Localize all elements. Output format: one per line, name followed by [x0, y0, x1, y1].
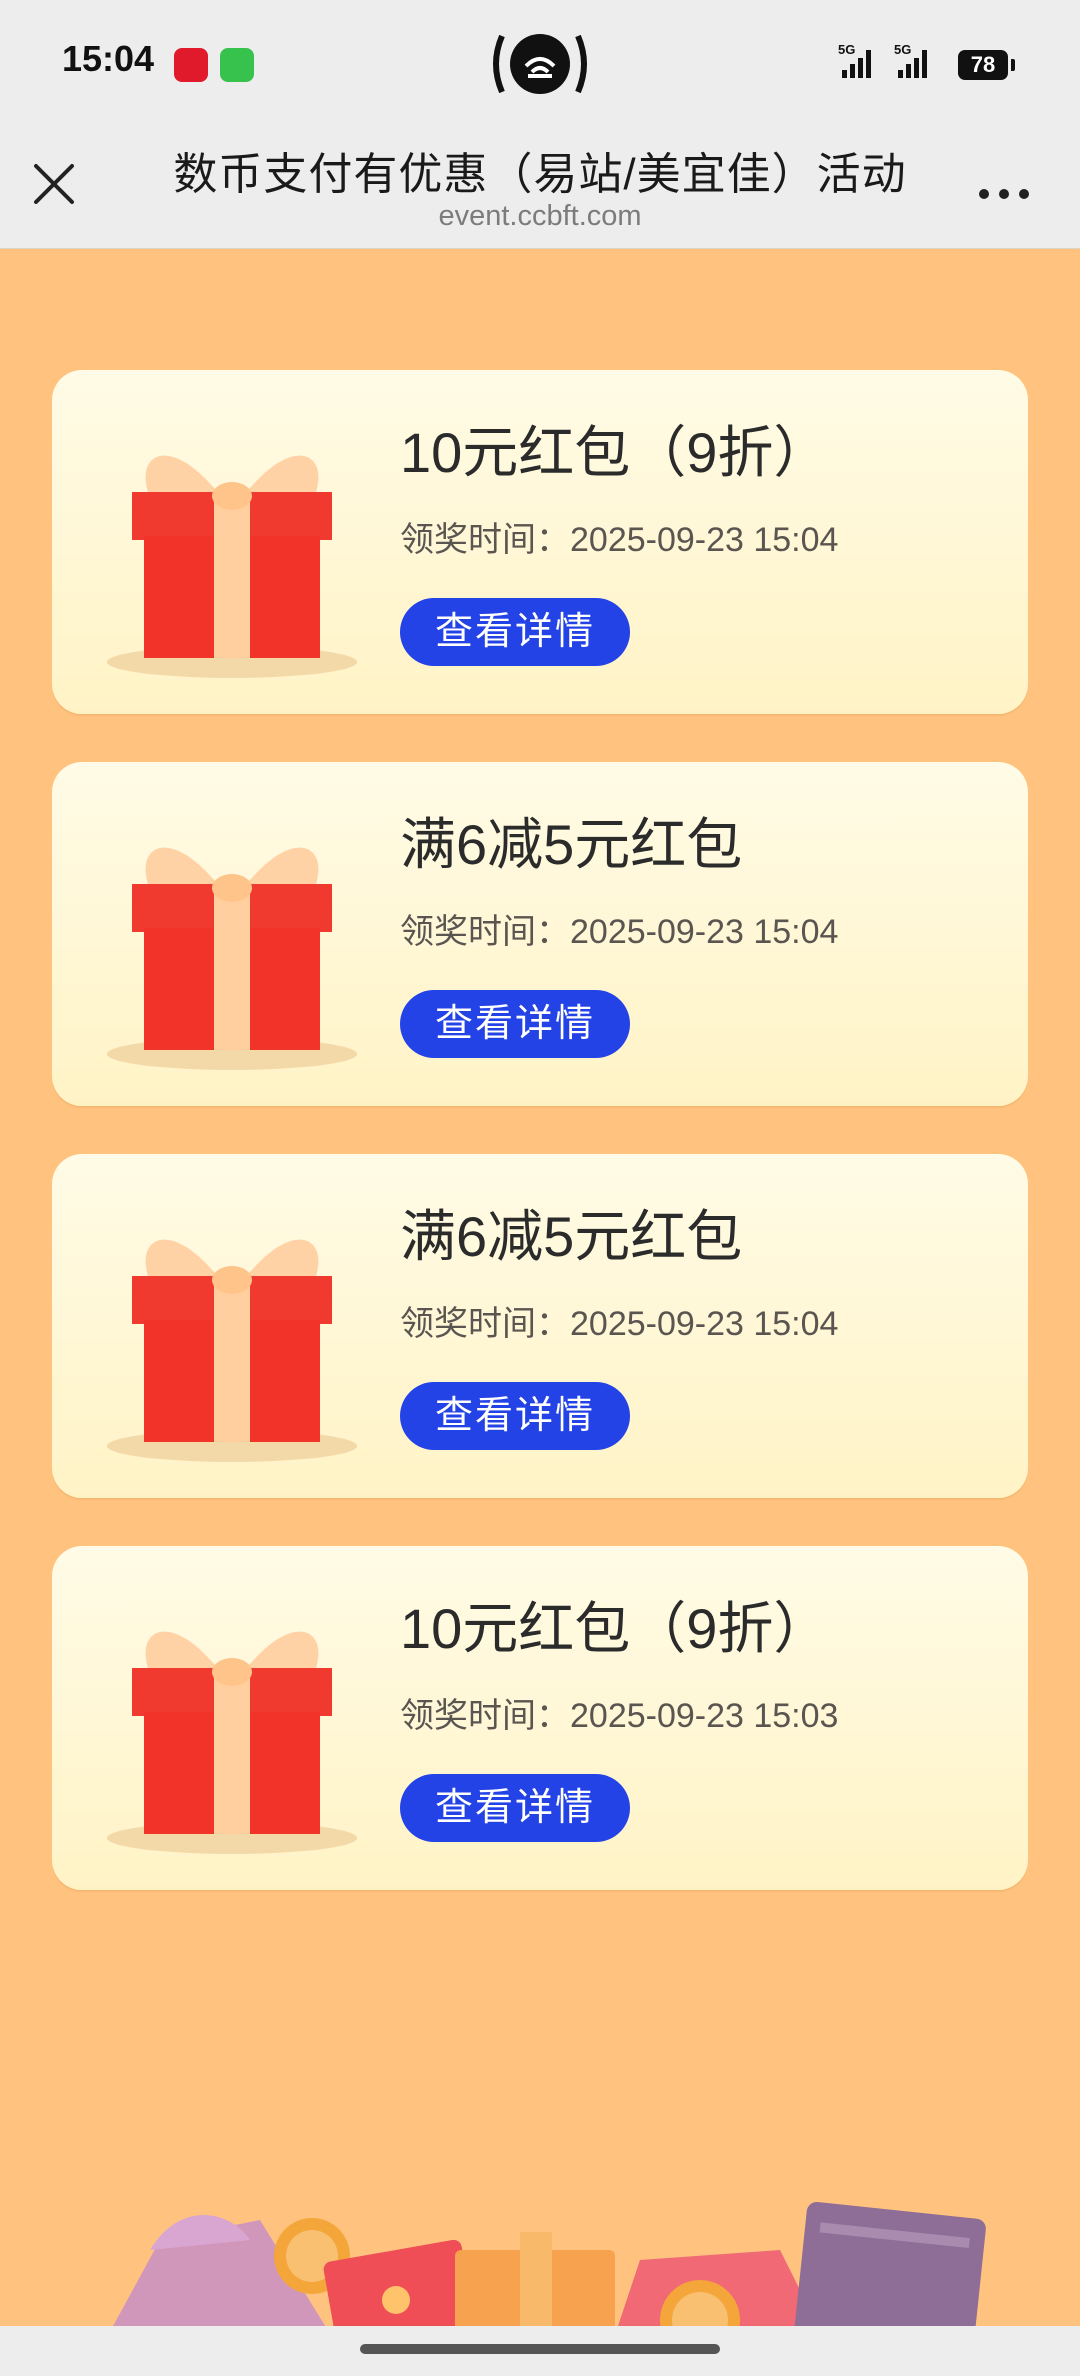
gift-box-icon: [107, 455, 357, 678]
status-time: 15:04: [62, 38, 155, 79]
svg-text:5G: 5G: [894, 42, 911, 57]
home-indicator[interactable]: [360, 2344, 720, 2354]
reward-card: 满6减5元红包 领奖时间：2025-09-23 15:04 查看详情: [52, 762, 1028, 1106]
reward-card: 满6减5元红包 领奖时间：2025-09-23 15:04 查看详情: [52, 1154, 1028, 1498]
reward-time: 领奖时间：2025-09-23 15:04: [400, 1305, 839, 1343]
nav-header: 数币支付有优惠（易站/美宜佳）活动 event.ccbft.com: [0, 128, 1080, 249]
reward-card: 10元红包（9折） 领奖时间：2025-09-23 15:04 查看详情: [52, 370, 1028, 714]
view-details-button[interactable]: 查看详情: [400, 1774, 630, 1842]
page-domain: event.ccbft.com: [438, 200, 642, 232]
close-icon[interactable]: [28, 158, 80, 210]
page-title: 数币支付有优惠（易站/美宜佳）活动: [173, 150, 907, 199]
decorative-illustration: [100, 2201, 986, 2350]
gift-box-icon: [107, 847, 357, 1070]
hotspot-icon: [493, 34, 587, 94]
more-icon[interactable]: [974, 174, 1034, 214]
message-notification-icon: [220, 48, 254, 82]
reward-title: 满6减5元红包: [400, 1205, 743, 1268]
reward-time: 领奖时间：2025-09-23 15:03: [400, 1697, 839, 1735]
reward-time: 领奖时间：2025-09-23 15:04: [400, 913, 839, 951]
view-details-button[interactable]: 查看详情: [400, 990, 630, 1058]
reward-card: 10元红包（9折） 领奖时间：2025-09-23 15:03 查看详情: [52, 1546, 1028, 1890]
svg-text:5G: 5G: [838, 42, 855, 57]
view-details-button[interactable]: 查看详情: [400, 598, 630, 666]
app-notification-icon: [174, 48, 208, 82]
view-details-button[interactable]: 查看详情: [400, 1382, 630, 1450]
reward-title: 10元红包（9折）: [400, 421, 830, 484]
reward-title: 满6减5元红包: [400, 813, 743, 876]
system-home-bar: [0, 2326, 1080, 2376]
gift-box-icon: [107, 1239, 357, 1462]
battery-indicator: 78: [958, 50, 1015, 80]
status-bar: 15:04 5G 5G 78: [0, 0, 1080, 128]
signal-icon: 5G 5G: [838, 42, 927, 78]
reward-title: 10元红包（9折）: [400, 1597, 830, 1660]
reward-time: 领奖时间：2025-09-23 15:04: [400, 521, 839, 559]
gift-box-icon: [107, 1631, 357, 1854]
